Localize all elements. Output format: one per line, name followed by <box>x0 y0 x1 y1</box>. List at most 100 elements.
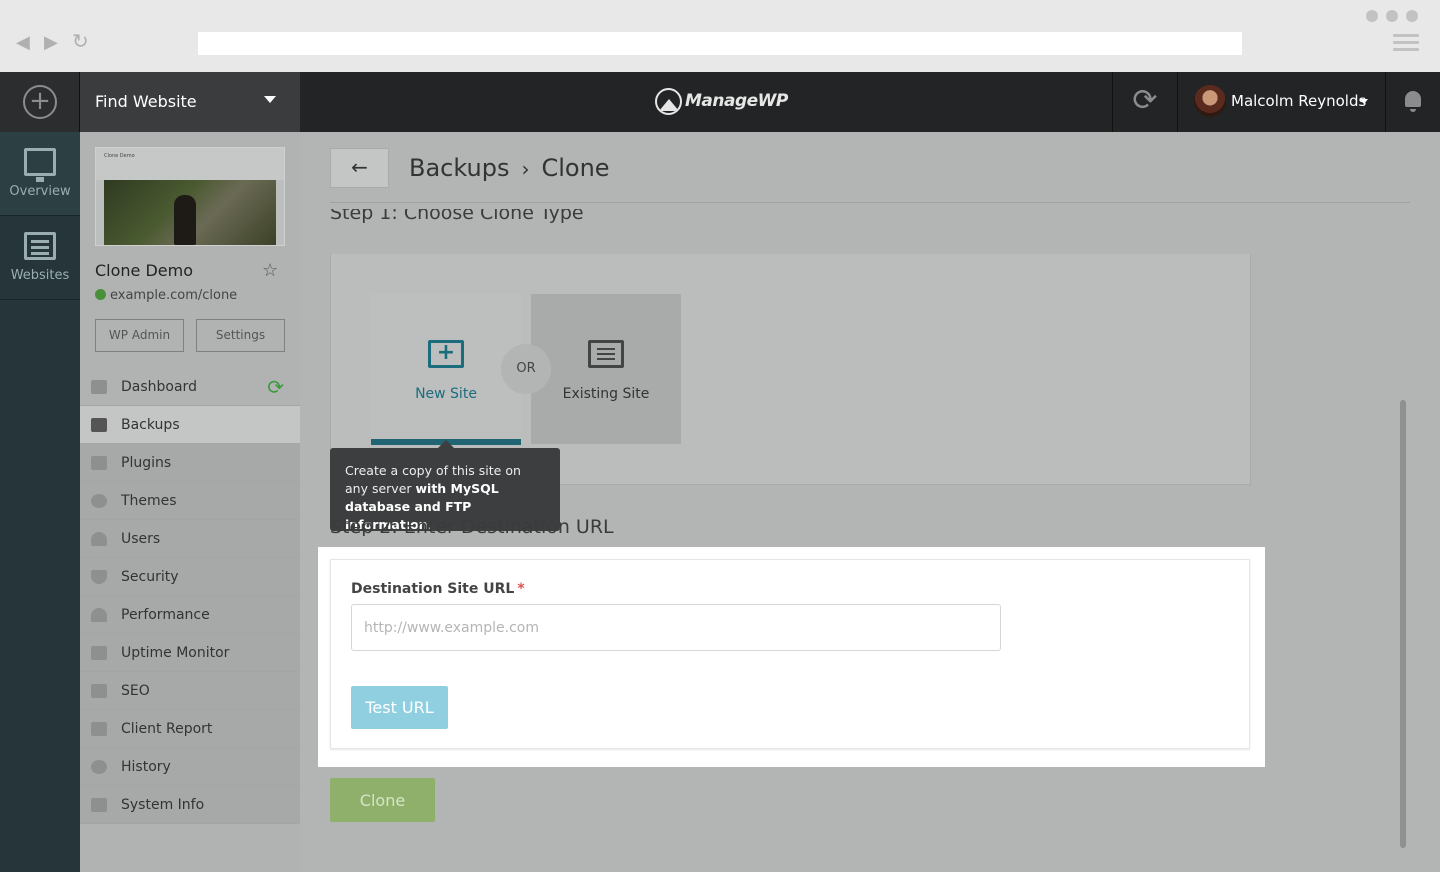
browser-reload-icon[interactable]: ↻ <box>72 31 89 51</box>
or-separator: OR <box>501 344 551 394</box>
menu-item-history[interactable]: History <box>80 748 300 786</box>
site-sidebar: Clone Demo Clone Demo ☆ example.com/clon… <box>80 132 300 872</box>
menu-item-label: Security <box>121 569 179 585</box>
arrow-up-icon <box>91 646 107 660</box>
clock-icon <box>91 760 107 774</box>
back-button[interactable]: ← <box>330 148 389 188</box>
caret-down-icon <box>264 96 276 103</box>
required-mark: * <box>517 581 525 597</box>
menu-item-plugins[interactable]: Plugins <box>80 444 300 482</box>
option-existing-site[interactable]: Existing Site <box>531 294 681 444</box>
left-rail: Overview Websites <box>0 132 80 872</box>
menu-item-system-info[interactable]: System Info <box>80 786 300 824</box>
menu-item-label: Backups <box>121 417 180 433</box>
caret-down-icon <box>1360 99 1368 104</box>
site-name: Clone Demo <box>95 261 194 280</box>
server-icon <box>91 798 107 812</box>
window-dot-icon <box>1386 10 1398 22</box>
menu-item-performance[interactable]: Performance <box>80 596 300 634</box>
status-dot-icon <box>95 289 106 300</box>
breadcrumb-parent[interactable]: Backups <box>409 154 509 182</box>
step1-title: Step 1: Choose Clone Type <box>330 209 584 223</box>
menu-item-label: Plugins <box>121 455 172 471</box>
menu-item-seo[interactable]: SEO <box>80 672 300 710</box>
rail-item-label: Websites <box>10 268 70 283</box>
window-dot-icon <box>1406 10 1418 22</box>
menu-item-uptime-monitor[interactable]: Uptime Monitor <box>80 634 300 672</box>
backup-icon <box>91 418 107 432</box>
field-label-text: Destination Site URL <box>351 581 515 597</box>
site-url[interactable]: example.com/clone <box>95 288 237 303</box>
refresh-icon[interactable]: ⟳ <box>267 375 284 399</box>
menu-item-security[interactable]: Security <box>80 558 300 596</box>
site-header: Clone Demo Clone Demo ☆ example.com/clon… <box>80 132 300 368</box>
star-icon[interactable]: ☆ <box>262 260 278 281</box>
window-dot-icon <box>1366 10 1378 22</box>
report-chart-icon <box>91 722 107 736</box>
find-website-dropdown[interactable]: Find Website <box>80 72 300 132</box>
menu-item-label: Themes <box>121 493 177 509</box>
menu-item-label: History <box>121 759 171 775</box>
menu-item-label: Client Report <box>121 721 213 737</box>
user-name: Malcolm Reynolds <box>1231 92 1367 110</box>
shield-icon <box>91 570 107 584</box>
option-new-site[interactable]: + New Site <box>371 294 521 445</box>
divider <box>330 202 1410 203</box>
monitor-plus-icon: + <box>428 340 464 368</box>
clone-button[interactable]: Clone <box>330 778 435 822</box>
browser-forward-icon[interactable]: ▶ <box>44 34 58 52</box>
top-bar: + Find Website ManageWP ⟳ Malcolm Reynol… <box>0 72 1440 132</box>
thumbnail-title: Clone Demo <box>104 153 135 159</box>
menu-item-label: SEO <box>121 683 150 699</box>
user-menu-button[interactable]: Malcolm Reynolds <box>1178 72 1385 132</box>
menu-item-label: Uptime Monitor <box>121 645 230 661</box>
destination-highlight: Destination Site URL* Test URL <box>318 547 1265 767</box>
menu-item-label: System Info <box>121 797 205 813</box>
settings-button[interactable]: Settings <box>196 319 285 352</box>
app-window: ◀ ▶ ↻ + Find Website ManageWP ⟳ Malcolm … <box>0 0 1440 872</box>
site-thumbnail[interactable]: Clone Demo <box>95 147 285 246</box>
step2-title: Step 2: Enter Destination URL <box>330 516 614 536</box>
wp-admin-button[interactable]: WP Admin <box>95 319 184 352</box>
browser-address-bar[interactable] <box>198 32 1242 55</box>
browser-back-icon[interactable]: ◀ <box>16 34 30 52</box>
menu-item-label: Performance <box>121 607 210 623</box>
scrollbar[interactable] <box>1400 400 1406 848</box>
bell-icon <box>1405 91 1421 112</box>
avatar <box>1194 85 1226 117</box>
rail-item-label: Overview <box>9 184 71 199</box>
sync-button[interactable]: ⟳ <box>1112 72 1178 132</box>
site-menu: Dashboard ⟳ Backups Plugins Themes Users <box>80 368 300 824</box>
test-url-button[interactable]: Test URL <box>351 686 448 729</box>
option-label: New Site <box>415 386 477 402</box>
gauge-icon <box>91 608 107 622</box>
breadcrumb: Backups › Clone <box>409 154 610 182</box>
main-content: ← Backups › Clone Step 1: Choose Clone Typ… <box>300 132 1440 872</box>
notifications-button[interactable] <box>1385 72 1440 132</box>
palette-icon <box>91 494 107 508</box>
browser-menu-icon[interactable] <box>1393 34 1419 52</box>
plus-circle-icon: + <box>23 85 57 119</box>
destination-card: Destination Site URL* Test URL <box>330 559 1250 749</box>
menu-item-themes[interactable]: Themes <box>80 482 300 520</box>
rail-item-websites[interactable]: Websites <box>0 216 80 300</box>
menu-item-label: Dashboard <box>121 379 197 395</box>
destination-url-label: Destination Site URL * <box>351 581 525 597</box>
menu-item-users[interactable]: Users <box>80 520 300 558</box>
menu-item-backups[interactable]: Backups <box>80 406 300 444</box>
destination-url-input[interactable] <box>351 604 1001 651</box>
plug-icon <box>91 456 107 470</box>
thumbnail-photo <box>104 180 276 245</box>
option-label: Existing Site <box>562 386 650 402</box>
breadcrumb-current: Clone <box>541 154 610 182</box>
site-url-text: example.com/clone <box>110 288 238 303</box>
menu-item-client-report[interactable]: Client Report <box>80 710 300 748</box>
megaphone-icon <box>91 684 107 698</box>
list-icon <box>24 232 56 260</box>
add-website-button[interactable]: + <box>0 72 80 132</box>
rail-item-overview[interactable]: Overview <box>0 132 80 216</box>
menu-item-dashboard[interactable]: Dashboard ⟳ <box>80 368 300 406</box>
browser-chrome: ◀ ▶ ↻ <box>0 0 1440 72</box>
breadcrumb-separator: › <box>521 157 530 181</box>
user-icon <box>91 532 107 546</box>
